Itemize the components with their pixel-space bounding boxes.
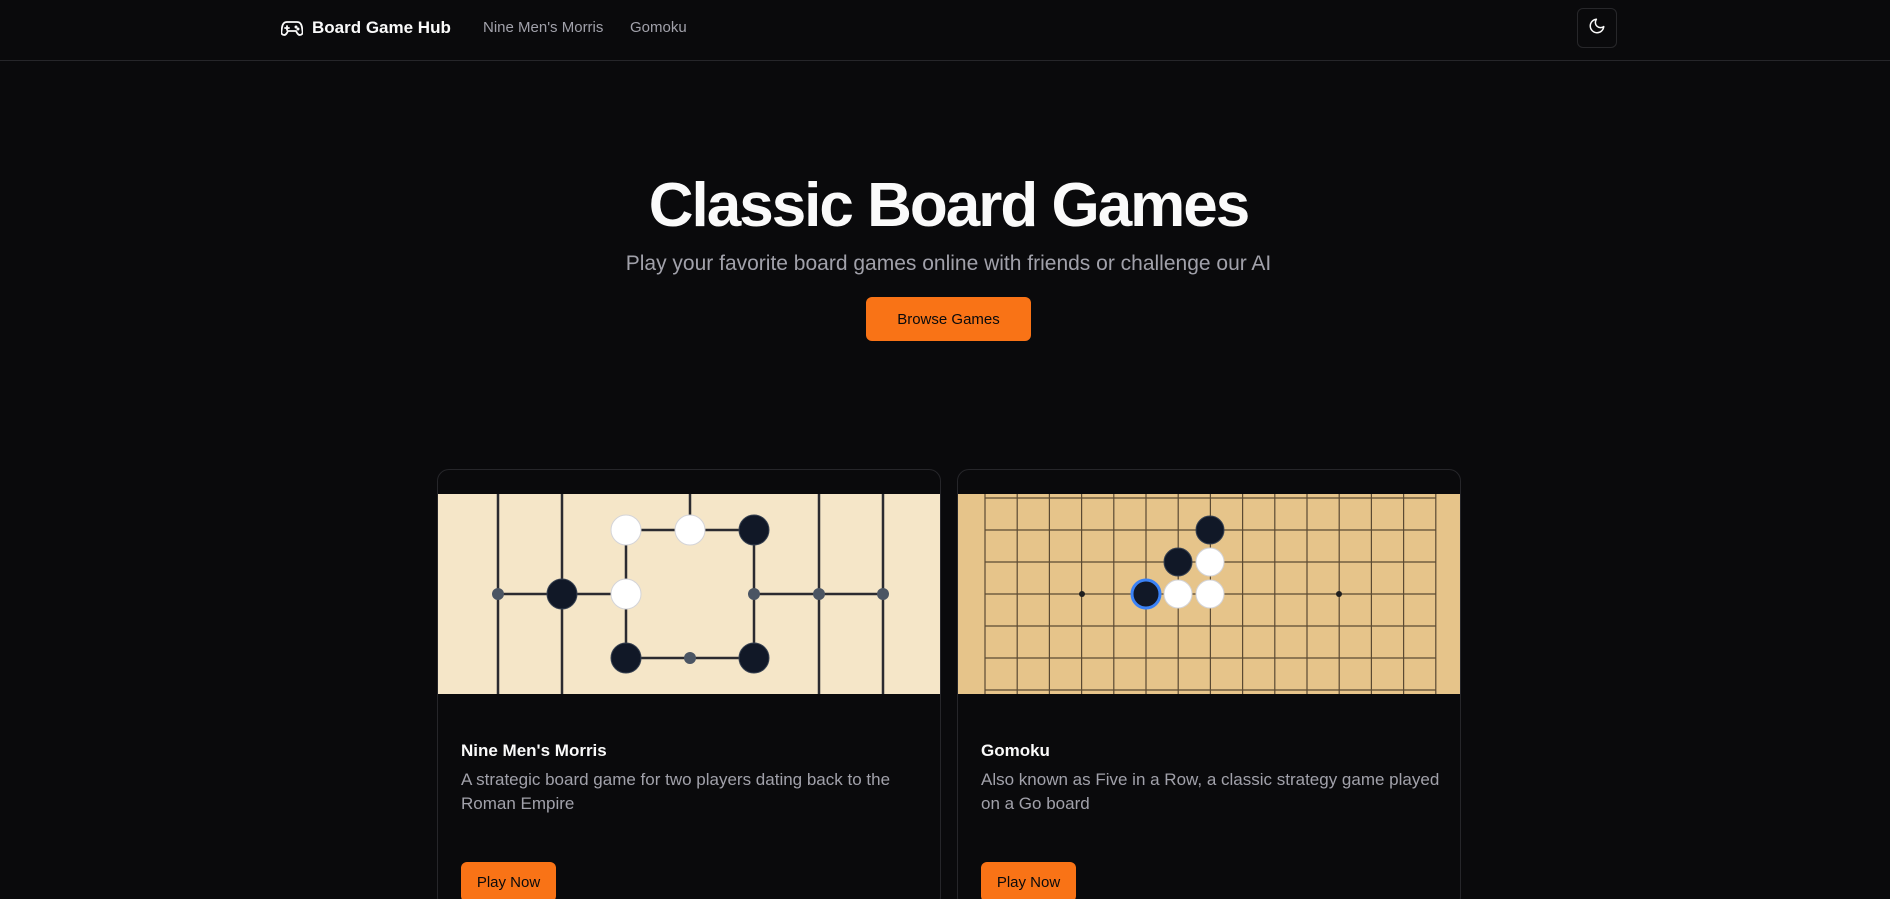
- card-title: Gomoku: [981, 741, 1050, 760]
- hero-title: Classic Board Games: [648, 171, 1251, 240]
- game-card-gomoku: Gomoku Also known as Five in a Row, a cl…: [957, 469, 1461, 899]
- card-description: A strategic board game for two players d…: [461, 770, 891, 813]
- browse-games-button[interactable]: Browse Games: [866, 297, 1031, 341]
- nav-link-gomoku[interactable]: Gomoku: [630, 19, 687, 36]
- play-now-button[interactable]: Play Now: [461, 862, 556, 899]
- gomoku-board-preview: [958, 494, 1460, 694]
- play-now-button[interactable]: Play Now: [981, 862, 1076, 899]
- brand-link[interactable]: Board Game Hub: [281, 17, 451, 39]
- gamepad-icon: [281, 19, 303, 37]
- brand-name: Board Game Hub: [312, 18, 451, 37]
- card-description: Also known as Five in a Row, a classic s…: [981, 770, 1440, 813]
- top-navbar: Board Game Hub Nine Men's Morris Gomoku: [0, 0, 1890, 61]
- moon-icon: [1588, 17, 1606, 40]
- nine-mens-morris-board-preview: [438, 494, 940, 694]
- theme-toggle-button[interactable]: [1577, 8, 1617, 48]
- hero-subtitle: Play your favorite board games online wi…: [625, 252, 1272, 275]
- game-card-nine-mens-morris: Nine Men's Morris A strategic board game…: [437, 469, 941, 899]
- card-title: Nine Men's Morris: [461, 741, 607, 760]
- nav-link-nine-mens-morris[interactable]: Nine Men's Morris: [483, 19, 603, 36]
